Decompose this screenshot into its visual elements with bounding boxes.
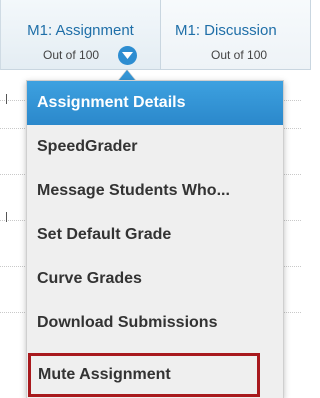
menu-item-curve-grades[interactable]: Curve Grades: [27, 257, 283, 301]
dropdown-pointer: [118, 69, 136, 80]
menu-item-speedgrader[interactable]: SpeedGrader: [27, 125, 283, 169]
column-options-menu: Assignment Details SpeedGrader Message S…: [26, 80, 284, 398]
column-points-possible: Out of 100: [43, 48, 100, 62]
column-points-possible: Out of 100: [211, 48, 268, 62]
menu-item-assignment-details[interactable]: Assignment Details: [27, 81, 283, 125]
column-header-m1-discussion[interactable]: M1: Discussion Out of 100: [161, 0, 311, 70]
column-header-m1-assignment[interactable]: M1: Assignment Out of 100: [0, 0, 161, 70]
chevron-down-icon: [122, 52, 133, 59]
row-marker: [6, 94, 7, 104]
menu-item-mute-assignment[interactable]: Mute Assignment: [28, 353, 260, 397]
menu-item-download-submissions[interactable]: Download Submissions: [27, 301, 283, 345]
row-marker: [6, 212, 7, 222]
menu-item-message-students[interactable]: Message Students Who...: [27, 169, 283, 213]
column-menu-toggle[interactable]: [118, 46, 137, 65]
column-title[interactable]: M1: Discussion: [175, 22, 315, 39]
column-title[interactable]: M1: Assignment: [1, 22, 160, 39]
menu-item-set-default-grade[interactable]: Set Default Grade: [27, 213, 283, 257]
